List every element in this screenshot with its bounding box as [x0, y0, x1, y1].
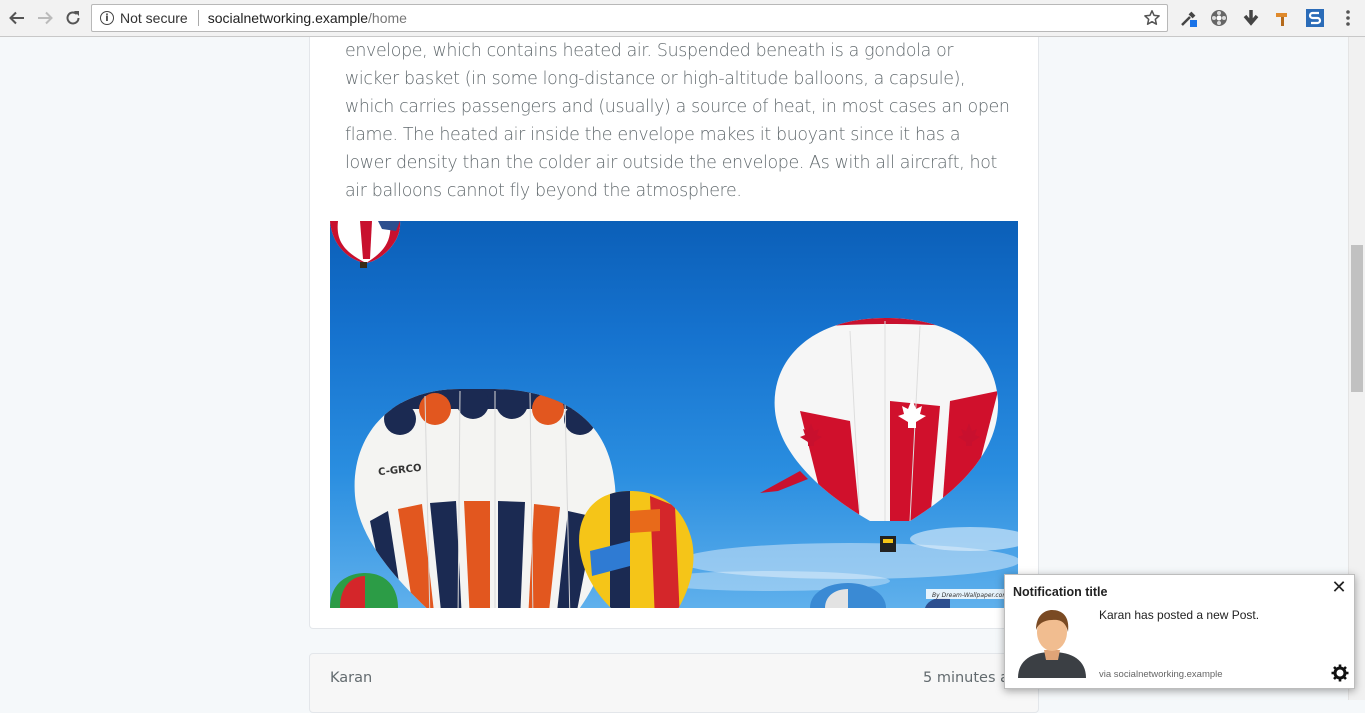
canadian-flag-balloon [774, 318, 999, 521]
notification-source: via socialnetworking.example [1099, 669, 1223, 680]
post-card: envelope, which contains heated air. Sus… [309, 37, 1039, 629]
user-avatar-icon [1014, 602, 1090, 678]
next-post-card: Karan 5 minutes ago [309, 653, 1039, 713]
menu-kebab-icon[interactable] [1338, 8, 1358, 28]
address-bar[interactable]: i Not secure socialnetworking.example/ho… [91, 4, 1168, 32]
browser-toolbar: i Not secure socialnetworking.example/ho… [0, 0, 1365, 37]
gear-icon[interactable] [1331, 664, 1349, 682]
close-icon[interactable]: ✕ [1331, 579, 1347, 597]
url-host[interactable]: socialnetworking.example [208, 10, 368, 26]
arrow-left-icon [9, 11, 24, 25]
reload-button[interactable] [61, 6, 85, 30]
film-reel-extension-icon[interactable] [1209, 8, 1229, 28]
back-button[interactable] [5, 6, 29, 30]
hammer-extension-icon[interactable] [1273, 8, 1293, 28]
notification-title: Notification title [1013, 585, 1108, 599]
desktop-notification[interactable]: Notification title ✕ Karan has posted a … [1004, 574, 1355, 689]
s-extension-icon[interactable] [1305, 8, 1325, 28]
eyedropper-extension-icon[interactable] [1179, 8, 1199, 28]
striped-balloon: C-GRCO [354, 389, 616, 608]
arrow-right-icon [38, 11, 53, 25]
image-watermark: By Dream-Wallpaper.com [932, 592, 1008, 599]
omnibox-divider [197, 10, 199, 26]
reload-icon [66, 11, 80, 25]
balloon-basket [880, 536, 896, 552]
post-image[interactable]: C-GRCO By Dream-Wallpaper.com [330, 221, 1018, 608]
scrollbar-thumb[interactable] [1351, 245, 1363, 392]
bookmark-star-icon[interactable] [1143, 9, 1161, 27]
forward-button[interactable] [33, 6, 57, 30]
download-extension-icon[interactable] [1241, 8, 1261, 28]
notification-message: Karan has posted a new Post. [1099, 608, 1260, 622]
post-author[interactable]: Karan [330, 670, 372, 686]
post-body-text: envelope, which contains heated air. Sus… [345, 41, 1010, 201]
url-path[interactable]: /home [368, 10, 407, 26]
info-icon[interactable]: i [100, 11, 114, 25]
security-label[interactable]: Not secure [120, 10, 188, 26]
small-balloon [330, 221, 401, 268]
hot-air-balloons-image: C-GRCO By Dream-Wallpaper.com [330, 221, 1018, 608]
